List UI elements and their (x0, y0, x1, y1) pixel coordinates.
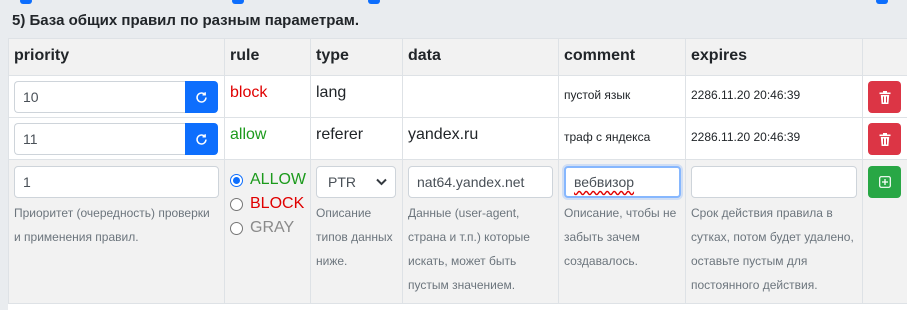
radio-block[interactable]: BLOCK (230, 192, 305, 216)
new-data-value: nat64.yandex.net (417, 174, 525, 190)
table-row: allow referer yandex.ru траф с яндекса 2… (8, 117, 907, 160)
radio-block-label: BLOCK (250, 195, 305, 212)
new-rule-row: Приоритет (очередность) проверки и приме… (8, 159, 907, 304)
radio-gray-label: GRAY (250, 219, 295, 236)
top-strip (0, 0, 907, 6)
radio-allow-button[interactable] (230, 173, 243, 187)
type-value: lang (316, 84, 347, 101)
radio-gray[interactable]: GRAY (230, 216, 305, 240)
comment-help: Описание, чтобы не забыть зачем создавал… (564, 206, 677, 268)
new-comment-value: вебвизор (574, 174, 635, 190)
top-link-mark (20, 0, 32, 4)
col-header-priority: priority (8, 38, 225, 76)
refresh-priority-button[interactable] (185, 123, 218, 155)
refresh-icon (196, 91, 207, 103)
trash-icon (879, 90, 890, 104)
rule-value: block (230, 84, 268, 101)
radio-block-button[interactable] (230, 197, 243, 211)
new-expires-input[interactable] (691, 166, 857, 198)
col-header-rule: rule (224, 38, 311, 76)
type-select[interactable]: PTR (316, 166, 396, 198)
table-row: block lang пустой язык 2286.11.20 20:46:… (8, 75, 907, 118)
data-value: yandex.ru (408, 126, 479, 143)
trash-icon (879, 132, 890, 146)
type-help: Описание типов данных ниже. (316, 206, 393, 268)
delete-rule-button[interactable] (868, 81, 901, 113)
expires-help: Срок действия правила в сутках, потом бу… (691, 206, 854, 292)
rule-value: allow (230, 126, 267, 143)
col-header-data: data (402, 38, 559, 76)
top-link-mark (232, 0, 244, 4)
data-value (408, 80, 553, 84)
col-header-comment: comment (558, 38, 686, 76)
col-header-actions (862, 38, 907, 76)
priority-group (14, 123, 219, 155)
type-select-value: PTR (328, 174, 356, 190)
top-link-mark (368, 0, 380, 4)
new-comment-input[interactable]: вебвизор (564, 166, 681, 198)
new-data-input[interactable]: nat64.yandex.net (408, 166, 553, 198)
priority-group (14, 81, 219, 113)
radio-allow-label: ALLOW (250, 171, 307, 188)
refresh-icon (196, 133, 207, 145)
col-header-type: type (310, 38, 403, 76)
expires-value: 2286.11.20 20:46:39 (691, 130, 801, 144)
priority-input[interactable] (14, 81, 185, 113)
type-value: referer (316, 126, 364, 143)
radio-gray-button[interactable] (230, 221, 243, 235)
priority-input[interactable] (14, 123, 185, 155)
rules-table-wrap: priority rule type data comment expires (8, 38, 907, 310)
add-rule-button[interactable] (868, 166, 901, 198)
comment-value: пустой язык (564, 88, 631, 102)
refresh-priority-button[interactable] (185, 81, 218, 113)
table-header-row: priority rule type data comment expires (8, 38, 907, 76)
section-title: 5) База общих правил по разным параметра… (12, 12, 360, 29)
col-header-expires: expires (685, 38, 863, 76)
top-link-mark (876, 0, 888, 4)
delete-rule-button[interactable] (868, 123, 901, 155)
comment-value: траф с яндекса (564, 130, 651, 144)
radio-allow[interactable]: ALLOW (230, 168, 307, 192)
rules-table: priority rule type data comment expires (8, 38, 907, 304)
data-help: Данные (user-agent, страна и т.п.) котор… (408, 206, 530, 292)
priority-help: Приоритет (очередность) проверки и приме… (14, 206, 210, 244)
expires-value: 2286.11.20 20:46:39 (691, 88, 801, 102)
plus-square-icon (878, 176, 891, 188)
chevron-down-icon (376, 178, 387, 186)
new-priority-input[interactable] (14, 166, 219, 198)
